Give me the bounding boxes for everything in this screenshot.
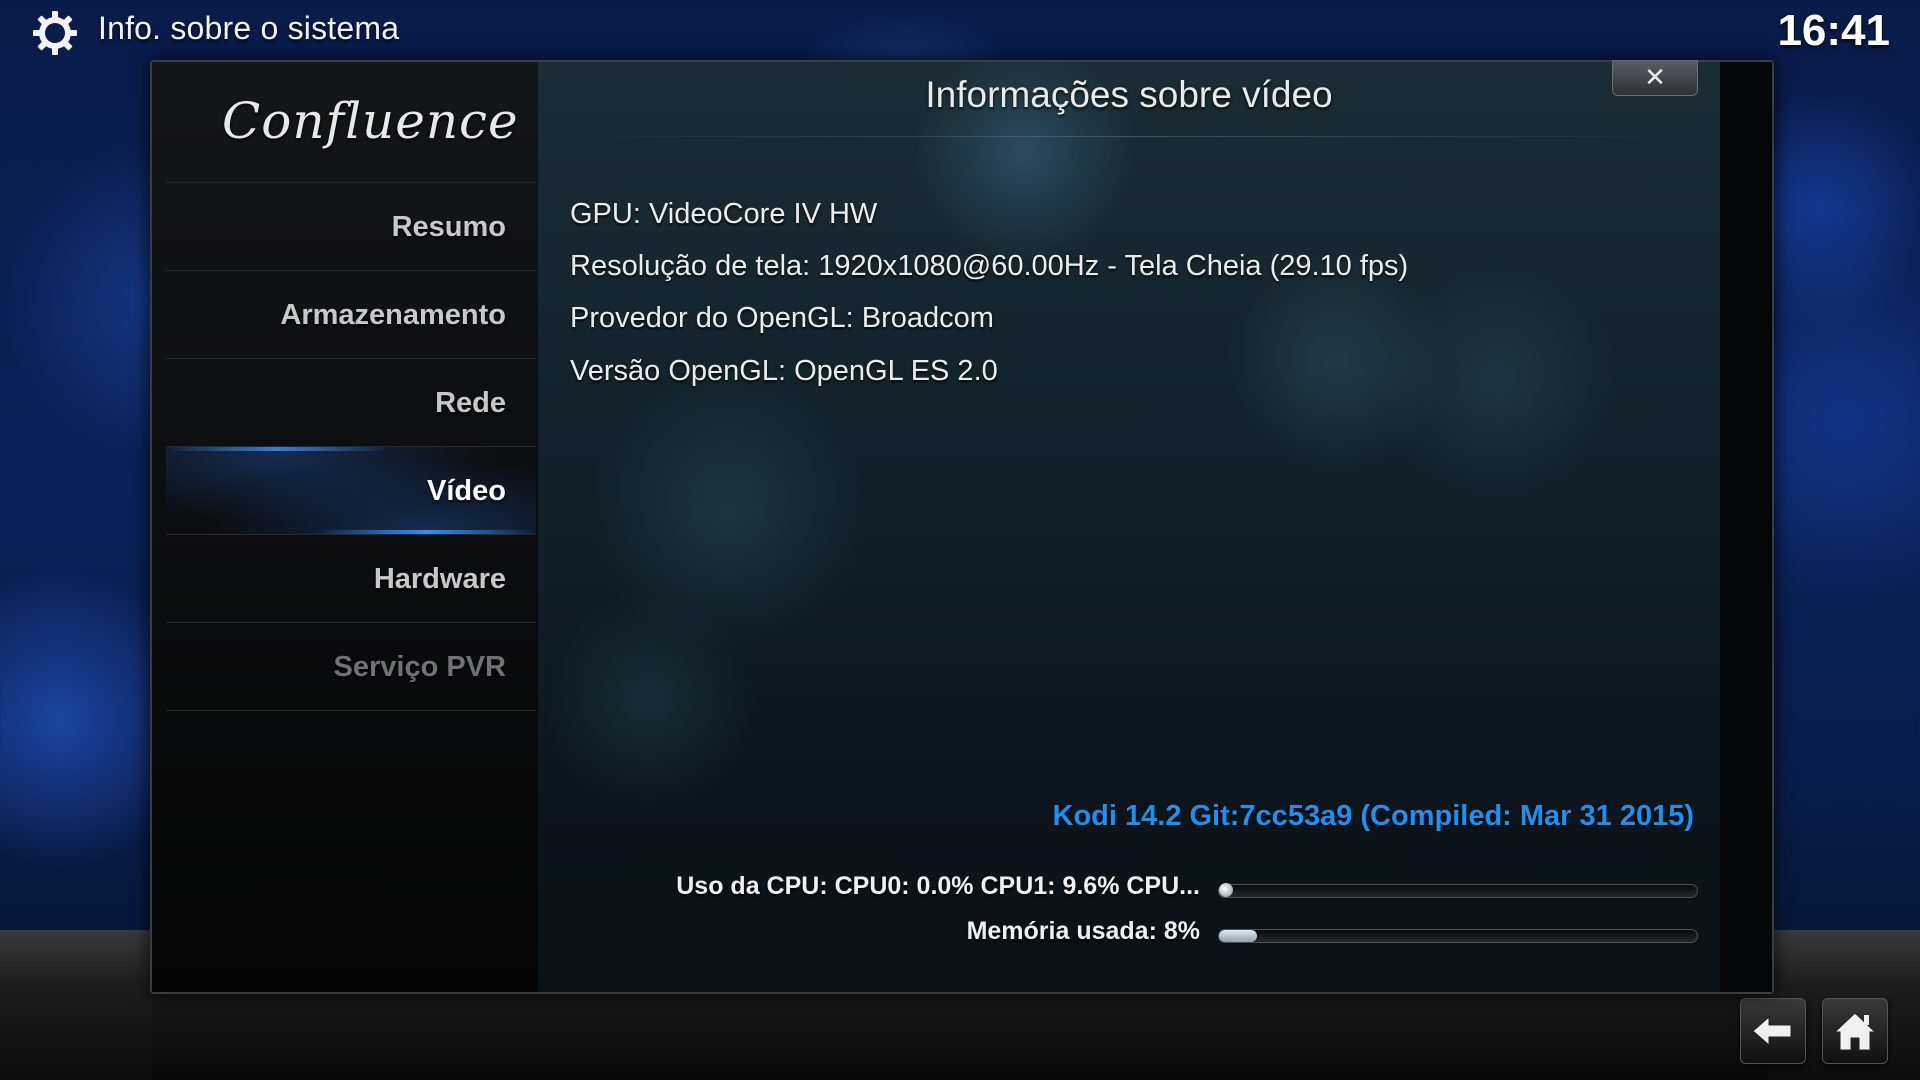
title-divider <box>548 136 1708 137</box>
bottom-panel <box>152 990 1768 1080</box>
memory-usage-fill <box>1219 930 1258 942</box>
dialog-right-edge <box>1720 62 1772 992</box>
sidebar-divider <box>166 710 536 711</box>
window-title: Info. sobre o sistema <box>98 10 400 46</box>
memory-usage-label: Memória usada: 8% <box>966 917 1200 945</box>
home-button[interactable] <box>1822 998 1888 1064</box>
home-icon <box>1833 1012 1877 1051</box>
sidebar: Confluence Resumo Armazenamento Rede Víd… <box>152 62 538 992</box>
back-button[interactable] <box>1740 998 1806 1064</box>
sidebar-item-resumo[interactable]: Resumo <box>166 182 536 270</box>
cpu-usage-label: Uso da CPU: CPU0: 0.0% CPU1: 9.6% CPU... <box>676 872 1200 900</box>
close-icon: ✕ <box>1644 62 1666 92</box>
info-line-gpu: GPU: VideoCore IV HW <box>570 198 878 230</box>
back-arrow-icon <box>1752 1015 1792 1047</box>
close-button[interactable]: ✕ <box>1612 60 1698 96</box>
info-line-resolution: Resolução de tela: 1920x1080@60.00Hz - T… <box>570 250 1409 282</box>
sidebar-item-armazenamento[interactable]: Armazenamento <box>166 270 536 358</box>
cpu-usage-knob <box>1219 883 1233 897</box>
build-version: Kodi 14.2 Git:7cc53a9 (Compiled: Mar 31 … <box>1052 800 1694 832</box>
sidebar-item-servico-pvr[interactable]: Serviço PVR <box>166 622 536 710</box>
gear-icon <box>33 11 77 55</box>
system-info-dialog: Confluence Resumo Armazenamento Rede Víd… <box>150 60 1774 994</box>
memory-usage-bar <box>1218 929 1698 943</box>
sidebar-item-video[interactable]: Vídeo <box>166 446 536 534</box>
info-line-opengl-version: Versão OpenGL: OpenGL ES 2.0 <box>570 355 998 387</box>
content-panel: Informações sobre vídeo GPU: VideoCore I… <box>538 62 1720 992</box>
confluence-logo: Confluence <box>222 92 519 150</box>
sidebar-item-hardware[interactable]: Hardware <box>166 534 536 622</box>
header-bar: Info. sobre o sistema 16:41 <box>0 0 1920 64</box>
dialog-title: Informações sobre vídeo <box>925 74 1333 115</box>
cpu-usage-bar <box>1218 883 1698 898</box>
info-line-opengl-vendor: Provedor do OpenGL: Broadcom <box>570 302 994 334</box>
sidebar-item-rede[interactable]: Rede <box>166 358 536 446</box>
clock: 16:41 <box>1777 6 1890 55</box>
